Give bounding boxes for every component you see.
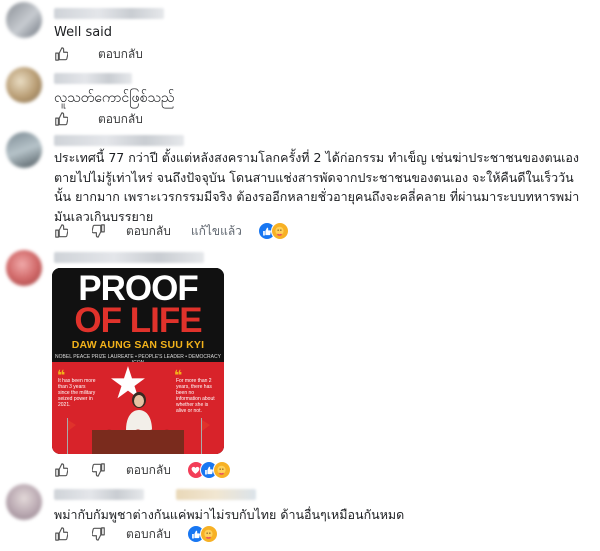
like-button[interactable] [54, 527, 68, 541]
like-button[interactable] [54, 47, 68, 61]
comment-1: Well said ตอบกลับ [0, 0, 600, 68]
comment-5: พม่ากับกัมพูชาต่างกันแค่พม่าไม่รบกับไทย … [0, 480, 600, 551]
care-reaction-icon [270, 222, 289, 240]
dislike-button[interactable] [92, 463, 106, 477]
comment-image[interactable]: PROOF OF LIFE DAW AUNG SAN SUU KYI NOBEL… [52, 268, 224, 454]
comment-actions: ตอบกลับ [54, 461, 231, 480]
reaction-summary[interactable] [186, 461, 231, 479]
thumbs-up-icon [55, 47, 68, 61]
reply-link[interactable]: ตอบกลับ [126, 461, 171, 480]
poster-name: DAW AUNG SAN SUU KYI [71, 339, 205, 351]
commenter-name[interactable] [54, 489, 144, 500]
comment-3: ประเทศนี้ 77 กว่าปี ตั้งแต่หลังสงครามโลก… [0, 128, 600, 246]
care-reaction-icon [199, 525, 218, 543]
comment-text: Well said [54, 25, 113, 40]
reply-link[interactable]: ตอบกลับ [98, 110, 143, 129]
comment-text-line: ตายไปไม่รู้เท่าไหร่ จนถึงปัจจุบัน โดนสาบ… [54, 169, 574, 185]
care-reaction-icon [212, 461, 231, 479]
flag-icon [201, 418, 210, 454]
commenter-name[interactable] [54, 73, 132, 84]
like-button[interactable] [54, 463, 68, 477]
thumbs-down-icon [92, 224, 105, 238]
reply-link[interactable]: ตอบกลับ [98, 45, 143, 64]
person-illustration [126, 392, 152, 430]
thumbs-up-icon [55, 463, 68, 477]
thumbs-up-icon [55, 527, 68, 541]
avatar[interactable] [6, 2, 42, 38]
comment-actions: ตอบกลับ [54, 45, 159, 63]
thumbs-down-icon [92, 463, 105, 477]
like-button[interactable] [54, 112, 68, 126]
avatar[interactable] [6, 250, 42, 286]
commenter-name[interactable] [54, 135, 184, 146]
comment-text: ประเทศนี้ 77 กว่าปี ตั้งแต่หลังสงครามโลก… [54, 148, 579, 226]
poster-title-line2: OF LIFE [74, 301, 202, 340]
comment-text: พม่ากับกัมพูชาต่างกันแค่พม่าไม่รบกับไทย … [54, 507, 405, 522]
comment-text: လူသတ်ကောင်ဖြစ်သည် [54, 90, 175, 106]
poster-left-note: It has been more than 3 years since the … [58, 378, 96, 408]
reply-link[interactable]: ตอบกลับ [126, 222, 171, 241]
commenter-badge [176, 489, 256, 500]
edited-label: แก้ไขแล้ว [190, 223, 242, 238]
avatar[interactable] [6, 132, 42, 168]
comment-actions: ตอบกลับ [54, 110, 159, 128]
flag-icon [67, 418, 76, 454]
reaction-summary[interactable] [186, 525, 218, 543]
dislike-button[interactable] [92, 224, 106, 238]
dislike-button[interactable] [92, 527, 106, 541]
thumbs-up-icon [55, 112, 68, 126]
comment-text-line: ประเทศนี้ 77 กว่าปี ตั้งแต่หลังสงครามโลก… [54, 150, 580, 165]
comment-text-line: นั้น ยากมาก เพราะเวรกรรมมีจริง ต้องรออีก… [54, 189, 580, 204]
avatar[interactable] [6, 484, 42, 520]
reaction-summary[interactable] [257, 222, 289, 240]
reply-link[interactable]: ตอบกลับ [126, 525, 171, 544]
desk [92, 430, 184, 454]
avatar[interactable] [6, 67, 42, 103]
comment-actions: ตอบกลับ [54, 525, 218, 544]
like-button[interactable] [54, 224, 68, 238]
commenter-name[interactable] [54, 252, 204, 263]
poster-right-note: For more than 2 years, there has been no… [176, 378, 215, 414]
thumbs-up-icon [55, 224, 68, 238]
comment-2: လူသတ်ကောင်ဖြစ်သည် ตอบกลับ [0, 64, 600, 128]
thumbs-down-icon [92, 527, 105, 541]
comment-actions: ตอบกลับ แก้ไขแล้ว [54, 222, 289, 241]
commenter-name[interactable] [54, 8, 164, 19]
